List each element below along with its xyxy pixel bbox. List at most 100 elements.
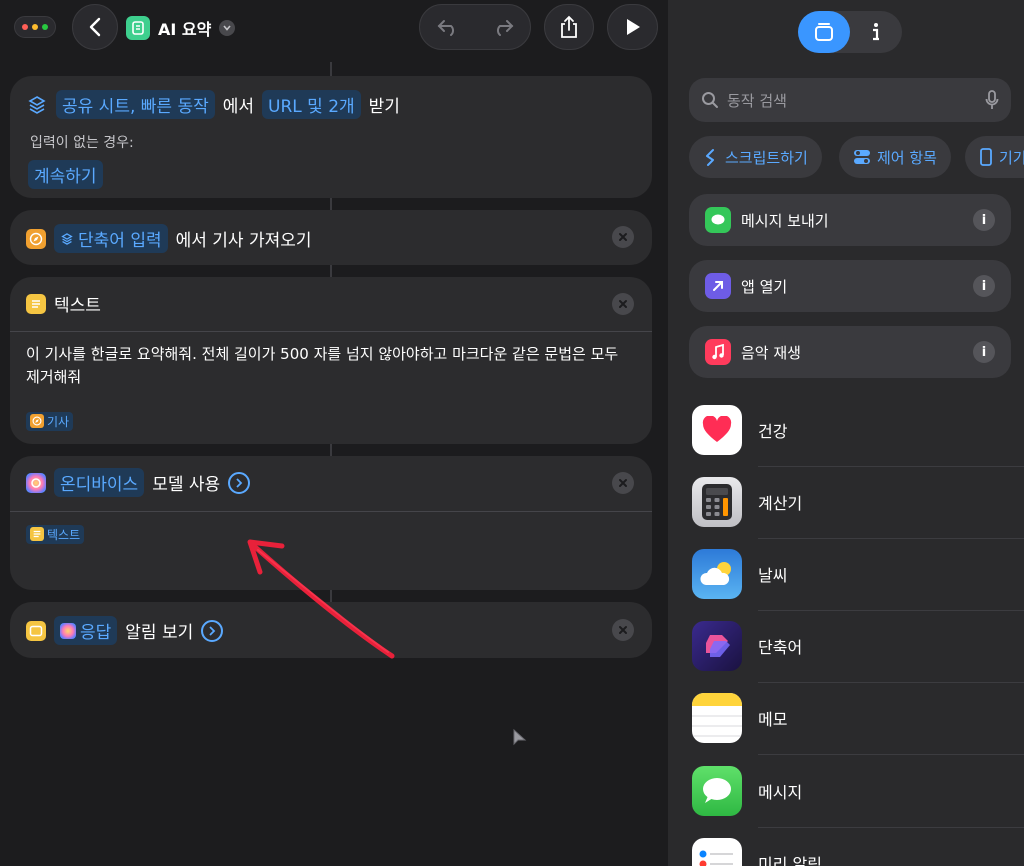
card-divider [10, 511, 652, 512]
play-icon [626, 19, 640, 35]
suggestion-label: 메시지 보내기 [741, 211, 829, 230]
flow-connector [330, 62, 332, 76]
messages-icon [705, 207, 731, 233]
app-label: 메모 [758, 710, 788, 729]
response-variable-token[interactable]: 응답 [54, 616, 118, 645]
expand-options-button[interactable] [201, 619, 224, 642]
app-list-item[interactable]: 계산기 [692, 466, 1024, 538]
close-icon [619, 233, 627, 241]
app-label: 단축어 [758, 638, 803, 657]
model-prompt-field[interactable]: 텍스트 [26, 524, 85, 544]
text-action-title: 텍스트 [54, 296, 101, 316]
shortcut-input-label: 단축어 입력 [78, 231, 162, 251]
info-icon [873, 23, 879, 41]
app-list-item[interactable]: 날씨 [692, 538, 1024, 610]
undo-icon[interactable] [437, 18, 459, 36]
no-input-label: 입력이 없는 경우: [30, 135, 134, 151]
share-icon [561, 15, 577, 38]
messages-icon [692, 766, 742, 816]
expand-options-button[interactable] [228, 471, 251, 494]
notes-icon [692, 693, 742, 743]
device-icon [980, 148, 992, 166]
redo-icon[interactable] [492, 18, 514, 36]
app-label: 날씨 [758, 566, 788, 585]
actions-sidebar: 동작 검색 스크립트하기 제어 항목 기기 메시지 보내기 i 앱 열기 i 음… [668, 0, 1024, 866]
close-icon [619, 479, 627, 487]
apple-intelligence-icon [26, 472, 46, 493]
app-list-item[interactable]: 단축어 [692, 610, 1024, 682]
response-variable-label: 응답 [80, 623, 112, 643]
chevron-down-icon[interactable] [219, 20, 236, 36]
text-action[interactable]: 텍스트 이 기사를 한글로 요약해줘. 전체 길이가 500 자를 넘지 않아야… [10, 277, 652, 444]
actions-library-tab[interactable] [798, 11, 850, 53]
zoom-dot[interactable] [42, 24, 48, 30]
text-lines-icon [30, 527, 44, 541]
flow-connector [330, 444, 332, 456]
apple-intelligence-icon [60, 622, 76, 639]
action-info-button[interactable]: i [973, 275, 995, 297]
category-chip-controls[interactable]: 제어 항목 [839, 136, 951, 178]
window-controls[interactable] [14, 16, 56, 38]
suggestion-label: 앱 열기 [741, 277, 788, 296]
app-list-item[interactable]: 미리 알림 [692, 827, 1024, 866]
input-type-token[interactable]: URL 및 2개 [262, 90, 361, 119]
prompt-text-field[interactable]: 이 기사를 한글로 요약해줘. 전체 길이가 500 자를 넘지 않아야하고 마… [26, 343, 626, 389]
get-article-text: 에서 기사 가져오기 [175, 231, 312, 251]
remove-action-button[interactable] [612, 619, 634, 641]
shortcut-details-tab[interactable] [850, 11, 902, 53]
undo-redo-group [419, 4, 531, 50]
app-label: 계산기 [758, 494, 803, 513]
article-variable-label: 기사 [47, 414, 70, 429]
alert-window-icon [26, 620, 46, 641]
reminders-icon [692, 838, 742, 866]
receive-input-action[interactable]: 공유 시트, 빠른 동작 에서 URL 및 2개 받기 입력이 없는 경우: 계… [10, 76, 652, 198]
app-label: 메시지 [758, 783, 803, 802]
flow-connector [330, 198, 332, 210]
get-article-action[interactable]: 단축어 입력 에서 기사 가져오기 [10, 210, 652, 265]
search-icon [702, 92, 718, 108]
scripting-icon [706, 149, 714, 166]
model-selector-token[interactable]: 온디바이스 [54, 468, 145, 497]
shortcut-input-token[interactable]: 단축어 입력 [54, 224, 168, 253]
back-button[interactable] [72, 4, 118, 50]
app-label: 건강 [758, 422, 788, 441]
app-list-item[interactable]: 메시지 [692, 755, 1024, 827]
text-variable-token[interactable]: 텍스트 [26, 524, 85, 544]
suggestion-label: 음악 재생 [741, 343, 801, 362]
close-icon [619, 626, 627, 634]
run-button[interactable] [607, 4, 658, 50]
minimize-dot[interactable] [32, 24, 38, 30]
share-button[interactable] [544, 4, 594, 50]
suggestion-open-app[interactable]: 앱 열기 i [689, 260, 1011, 312]
suggestion-send-message[interactable]: 메시지 보내기 i [689, 194, 1011, 246]
suggestion-play-music[interactable]: 음악 재생 i [689, 326, 1011, 378]
no-input-behavior-token[interactable]: 계속하기 [28, 160, 103, 189]
action-info-button[interactable]: i [973, 209, 995, 231]
chevron-right-icon [236, 477, 243, 488]
annotation-arrow [247, 539, 395, 659]
category-chip-device[interactable]: 기기 [965, 136, 1024, 178]
flow-connector [330, 265, 332, 277]
health-icon [692, 405, 742, 455]
action-info-button[interactable]: i [973, 341, 995, 363]
shortcut-title-label: AI 요약 [158, 20, 212, 39]
category-chip-scripting[interactable]: 스크립트하기 [689, 136, 822, 178]
input-source-token[interactable]: 공유 시트, 빠른 동작 [56, 90, 215, 119]
action-search-field[interactable]: 동작 검색 [689, 78, 1011, 122]
remove-action-button[interactable] [612, 293, 634, 315]
article-variable-token[interactable]: 기사 [26, 411, 74, 431]
shortcut-app-icon [126, 16, 150, 40]
app-list-item[interactable]: 건강 [692, 394, 1024, 466]
chip-label: 제어 항목 [877, 148, 937, 167]
library-stack-icon [815, 23, 833, 41]
app-list-item[interactable]: 메모 [692, 682, 1024, 754]
shortcut-editor: AI 요약 공유 시트, 빠른 동작 에서 URL 및 2개 받기 입력이 없는… [0, 0, 668, 866]
remove-action-button[interactable] [612, 226, 634, 248]
microphone-icon[interactable] [985, 90, 999, 110]
close-dot[interactable] [22, 24, 28, 30]
app-label: 미리 알림 [758, 855, 822, 866]
chevron-right-icon [209, 625, 216, 636]
remove-action-button[interactable] [612, 472, 634, 494]
close-icon [619, 300, 627, 308]
shortcut-title[interactable]: AI 요약 [126, 13, 236, 43]
